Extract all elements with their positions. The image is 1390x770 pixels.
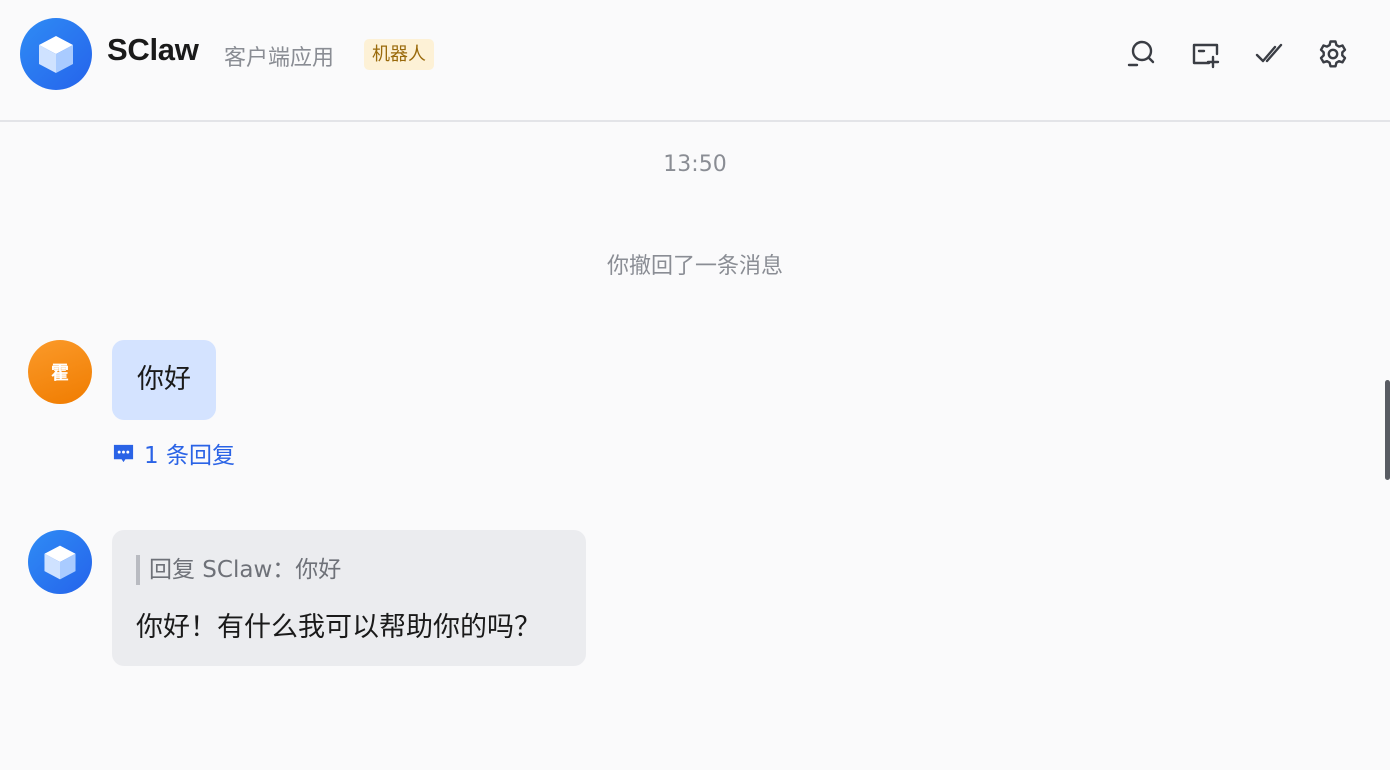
- bot-message-text: 你好！有什么我可以帮助你的吗？: [136, 612, 541, 643]
- app-type-label: 客户端应用: [224, 46, 335, 71]
- cube-logo-icon: [44, 545, 76, 580]
- search-icon: [1127, 40, 1155, 67]
- message-timestamp: 13:50: [663, 152, 727, 177]
- settings-button[interactable]: [1315, 36, 1351, 72]
- page-title: SClaw: [107, 32, 199, 67]
- search-button[interactable]: [1123, 36, 1159, 72]
- chat-window: SClaw 客户端应用 机器人 13:50 你撤回了一条消息 霍 你好 1 条回…: [0, 0, 1390, 770]
- new-topic-button[interactable]: [1187, 36, 1223, 72]
- user-message-bubble[interactable]: 你好: [112, 340, 216, 420]
- reply-quote: 回复 SClaw：你好: [136, 555, 341, 585]
- bot-badge: 机器人: [364, 39, 434, 70]
- scrollbar[interactable]: [1385, 380, 1390, 480]
- bot-message-avatar[interactable]: [28, 530, 92, 594]
- add-topic-icon: [1192, 43, 1220, 69]
- user-avatar[interactable]: 霍: [28, 340, 92, 404]
- mark-read-button[interactable]: [1251, 36, 1287, 72]
- bot-avatar[interactable]: [20, 18, 92, 90]
- recall-notice: 你撤回了一条消息: [606, 254, 783, 279]
- cube-logo-icon: [39, 36, 73, 73]
- reply-count-label: 1 条回复: [144, 443, 235, 469]
- comment-icon: [113, 444, 134, 462]
- chat-header: SClaw 客户端应用 机器人: [0, 0, 1390, 122]
- settings-icon: [1319, 40, 1347, 68]
- thread-replies-link[interactable]: 1 条回复: [112, 437, 235, 469]
- mark-done-icon: [1255, 43, 1283, 63]
- bot-message-bubble[interactable]: 回复 SClaw：你好 你好！有什么我可以帮助你的吗？: [112, 530, 586, 666]
